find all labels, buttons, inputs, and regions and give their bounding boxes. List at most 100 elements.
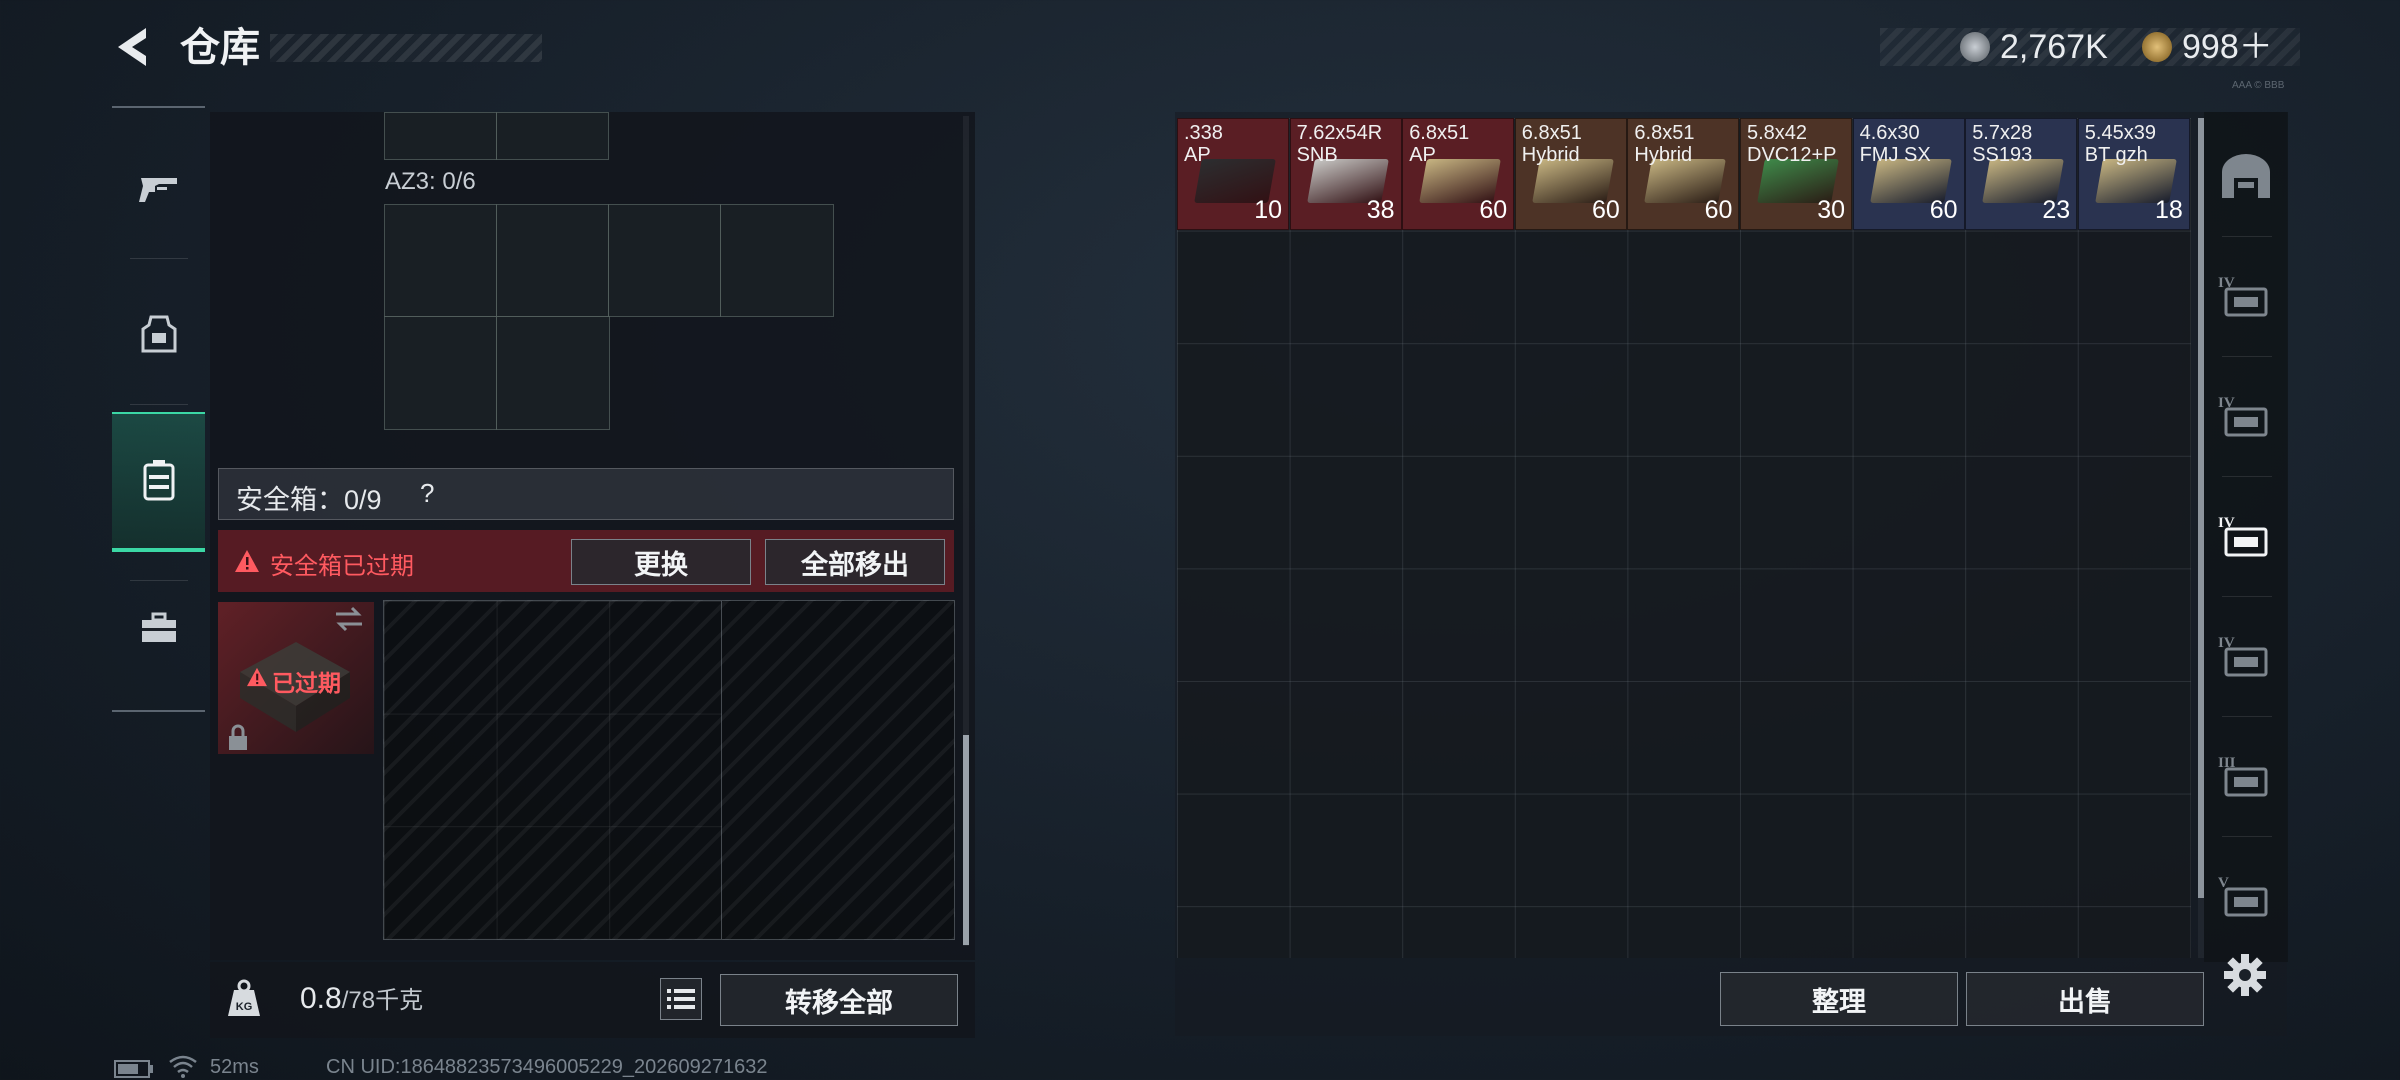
tier-category-icon: IV <box>2218 395 2268 437</box>
tier-category-icon: IV <box>2218 515 2268 557</box>
side-tab-separator <box>2222 836 2272 837</box>
carry-weight-value: 0.8 <box>300 982 342 1015</box>
replace-safe-box-button[interactable]: 更换 <box>571 539 751 585</box>
stash-item-count: 38 <box>1366 196 1395 224</box>
weapon-tab[interactable]: IV <box>2204 598 2288 716</box>
az3-cell[interactable] <box>384 204 497 317</box>
stash-item-name: 5.7x28 SS193 <box>1972 122 2033 166</box>
side-tab-separator <box>2222 596 2272 597</box>
stash-item-count: 30 <box>1817 196 1845 224</box>
case-expired-label: 已过期 <box>272 670 341 696</box>
stash-item[interactable]: 7.62x54R SNB 38 <box>1289 118 1402 230</box>
az3-slot-label: AZ3: 0/6 <box>385 168 476 195</box>
back-arrow-icon <box>118 28 146 66</box>
swap-icon[interactable] <box>334 606 364 637</box>
side-tab-separator <box>2222 476 2272 477</box>
stash-grid-cells[interactable] <box>1177 118 2191 958</box>
stash-item[interactable]: 6.8x51 Hybrid 60 <box>1627 118 1740 230</box>
settings-button[interactable] <box>2222 952 2268 1003</box>
carry-weight-max: /78千克 <box>341 987 424 1014</box>
warning-icon <box>234 549 260 573</box>
stash-item-count: 60 <box>1704 196 1733 224</box>
stash-item[interactable]: 5.8x42 DVC12+P 30 <box>1740 118 1852 230</box>
stash-item-name: 6.8x51 Hybrid <box>1634 122 1695 166</box>
title-decoration <box>270 34 542 62</box>
safe-box-title: 安全箱：0/9 <box>236 485 382 515</box>
safe-box-help-icon[interactable]: ? <box>420 478 434 509</box>
gold-currency-amount[interactable]: 998＋ <box>2182 26 2273 68</box>
user-uid: CN UID:18648823573496005229_202609271632 <box>326 1056 768 1078</box>
stash-item-name: 7.62x54R SNB <box>1296 122 1383 166</box>
stash-grid[interactable]: .338 AP 10 7.62x54R SNB 38 6.8x51 AP 60 6.8x51… <box>1177 118 2191 958</box>
stash-item-name: 4.6x30 FMJ SX <box>1859 122 1931 166</box>
az3-cell[interactable] <box>496 316 610 430</box>
stash-item[interactable]: 6.8x51 AP 60 <box>1402 118 1515 230</box>
page-title: 仓库 <box>180 26 260 70</box>
parts-tab[interactable]: V <box>2204 838 2288 956</box>
stash-item-count: 60 <box>1929 196 1958 224</box>
gun-icon <box>138 178 177 202</box>
sort-button[interactable]: 整理 <box>1720 972 1958 1026</box>
stash-item-count: 60 <box>1591 196 1620 224</box>
grid-cell[interactable] <box>496 112 609 160</box>
stash-item-name: 6.8x51 Hybrid <box>1521 122 1582 166</box>
stash-item-name: 5.8x42 DVC12+P <box>1747 122 1837 166</box>
battery-icon <box>114 1060 154 1080</box>
stash-item[interactable]: 5.45x39 BT gzh 18 <box>2077 118 2190 230</box>
stash-item-count: 18 <box>2154 196 2183 224</box>
loadout-scrollbar-thumb[interactable] <box>963 735 969 945</box>
stash-item-name: 6.8x51 AP <box>1409 122 1470 166</box>
stash-item-name: .338 AP <box>1184 122 1223 166</box>
stash-item-count: 60 <box>1479 196 1508 224</box>
category-separator <box>130 404 188 405</box>
az3-cell[interactable] <box>496 204 609 317</box>
category-separator <box>130 258 188 259</box>
case-warning-icon <box>246 667 268 687</box>
stash-item[interactable]: 5.7x28 SS193 23 <box>1965 118 2078 230</box>
az3-cell[interactable] <box>720 204 834 317</box>
vest-icon <box>141 315 176 353</box>
toolbox-icon <box>141 612 176 642</box>
category-equipment[interactable] <box>112 286 205 384</box>
ping-indicator: 52ms <box>210 1056 259 1078</box>
lock-icon <box>226 724 250 757</box>
safe-box-grid-cells[interactable] <box>384 601 722 939</box>
stash-tab[interactable] <box>2204 118 2288 236</box>
wifi-icon <box>168 1054 198 1080</box>
stash-item-name: 5.45x39 BT gzh <box>2084 122 2156 166</box>
az3-cell[interactable] <box>384 316 497 430</box>
carry-weight: 0.8/78千克 <box>300 980 423 1016</box>
stash-item[interactable]: .338 AP 10 <box>1177 118 1289 230</box>
header-decoration-text: AAA © BBB <box>2232 80 2285 91</box>
svg-text:KG: KG <box>236 1001 253 1013</box>
side-tab-separator <box>2222 716 2272 717</box>
stash-item[interactable]: 4.6x30 FMJ SX 60 <box>1852 118 1965 230</box>
tier-category-icon: V <box>2218 875 2268 917</box>
category-weapons[interactable] <box>112 140 205 238</box>
silver-currency-amount: 2,767K <box>2000 28 2108 66</box>
gear-icon <box>2224 954 2266 996</box>
medical-tab[interactable]: IV <box>2204 358 2288 476</box>
side-tab-separator <box>2222 356 2272 357</box>
tier-category-icon: III <box>2218 755 2268 797</box>
list-view-button[interactable] <box>660 978 702 1020</box>
az3-cell[interactable] <box>608 204 721 317</box>
safe-box-expired-text: 安全箱已过期 <box>270 553 414 580</box>
remove-all-button[interactable]: 全部移出 <box>765 539 945 585</box>
sell-button[interactable]: 出售 <box>1966 972 2204 1026</box>
grid-cell[interactable] <box>384 112 497 160</box>
back-button[interactable] <box>110 22 160 72</box>
warehouse-icon <box>2222 154 2270 198</box>
stash-item[interactable]: 6.8x51 Hybrid 60 <box>1514 118 1627 230</box>
category-tools[interactable] <box>112 580 205 678</box>
attachment-tab[interactable]: III <box>2204 718 2288 836</box>
tier-category-icon: IV <box>2218 275 2268 317</box>
stash-item-count: 10 <box>1254 196 1282 224</box>
transfer-all-button[interactable]: 转移全部 <box>720 974 958 1026</box>
category-containers[interactable] <box>112 412 205 552</box>
stash-item-count: 23 <box>2042 196 2071 224</box>
list-icon <box>667 989 695 1009</box>
armor-tab[interactable]: IV <box>2204 238 2288 356</box>
tier-category-icon: IV <box>2218 635 2268 677</box>
container-tab[interactable]: IV <box>2204 478 2288 596</box>
